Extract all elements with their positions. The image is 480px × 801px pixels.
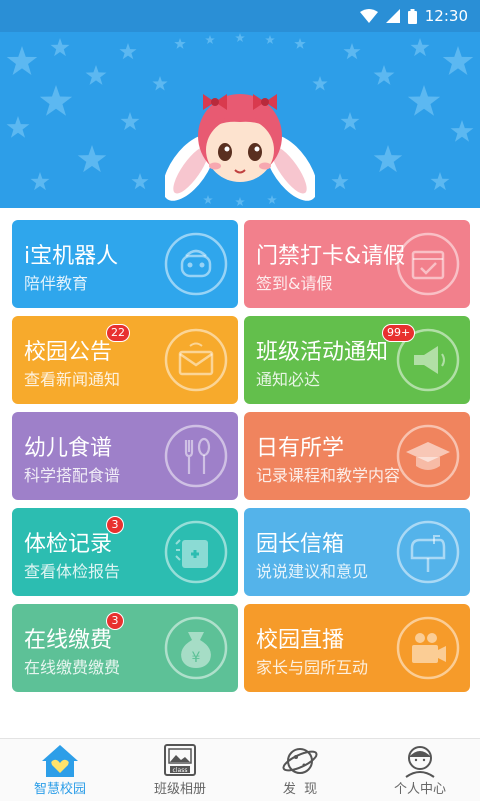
- tab-label: 个人中心: [393, 782, 446, 797]
- mascot-girl-image: [165, 94, 315, 201]
- tile-subtitle: 签到&请假: [256, 274, 333, 293]
- tile-title: 日有所学: [256, 436, 345, 461]
- hero-banner: [0, 32, 480, 208]
- tile-title: 班级活动通知: [256, 340, 389, 365]
- video-camera-icon: [396, 616, 460, 680]
- tab-label: 发 现: [282, 782, 318, 797]
- tile-title: 幼儿食谱: [24, 436, 113, 461]
- tile-title: 门禁打卡&请假: [256, 244, 406, 269]
- status-bar: 12:30: [0, 0, 480, 32]
- status-time: 12:30: [424, 7, 468, 25]
- tile-subtitle: 家长与园所互动: [256, 658, 369, 677]
- tab-class-album[interactable]: class 班级相册: [120, 739, 240, 801]
- tile-medical-kit[interactable]: 体检记录查看体检报告: [12, 508, 238, 596]
- tab-label: 智慧校园: [33, 782, 86, 797]
- status-icons: 12:30: [359, 7, 468, 25]
- tile-fork-spoon[interactable]: 幼儿食谱科学搭配食谱: [12, 412, 238, 500]
- medical-kit-icon: [164, 520, 228, 584]
- bottom-navigation: 智慧校园 class 班级相册 发 现 个人中心: [0, 738, 480, 801]
- notification-badge: 22: [106, 324, 130, 342]
- notification-badge: 3: [106, 612, 124, 630]
- tab-label: 班级相册: [153, 782, 206, 797]
- robot-icon: [164, 232, 228, 296]
- tile-title: 在线缴费: [24, 628, 113, 653]
- tab-discover[interactable]: 发 现: [240, 739, 360, 801]
- money-bag-icon: ¥: [164, 616, 228, 680]
- tile-robot[interactable]: i宝机器人陪伴教育: [12, 220, 238, 308]
- photo-album-icon: class: [164, 744, 196, 776]
- notification-badge: 99+: [382, 324, 416, 342]
- tile-megaphone[interactable]: 班级活动通知通知必达: [244, 316, 470, 404]
- tile-calendar-check[interactable]: 门禁打卡&请假签到&请假: [244, 220, 470, 308]
- tile-subtitle: 说说建议和意见: [256, 562, 369, 581]
- battery-icon: [407, 8, 417, 24]
- tab-smart-campus[interactable]: 智慧校园: [0, 739, 120, 801]
- tile-subtitle: 陪伴教育: [24, 274, 89, 293]
- fork-spoon-icon: [164, 424, 228, 488]
- notification-badge: 3: [106, 516, 124, 534]
- planet-icon: [282, 748, 318, 774]
- home-heart-icon: [42, 745, 78, 777]
- tile-subtitle: 查看新闻通知: [24, 370, 121, 389]
- svg-text:class: class: [173, 767, 188, 774]
- tile-title: 园长信箱: [256, 532, 345, 557]
- tile-graduation-cap[interactable]: 日有所学记录课程和教学内容: [244, 412, 470, 500]
- mailbox-icon: [396, 520, 460, 584]
- tile-subtitle: 查看体检报告: [24, 562, 121, 581]
- tab-personal-center[interactable]: 个人中心: [360, 739, 480, 801]
- tile-subtitle: 通知必达: [256, 370, 321, 389]
- person-icon: [405, 746, 435, 778]
- wifi-icon: [359, 9, 378, 23]
- tile-title: i宝机器人: [24, 244, 119, 269]
- tile-money-bag[interactable]: 在线缴费在线缴费缴费 ¥: [12, 604, 238, 692]
- signal-icon: [385, 9, 400, 23]
- graduation-cap-icon: [396, 424, 460, 488]
- tile-title: 体检记录: [24, 532, 113, 557]
- envelope-icon: [164, 328, 228, 392]
- tile-video-camera[interactable]: 校园直播家长与园所互动: [244, 604, 470, 692]
- tile-subtitle: 在线缴费缴费: [24, 658, 121, 677]
- calendar-check-icon: [396, 232, 460, 296]
- tile-subtitle: 记录课程和教学内容: [256, 466, 401, 485]
- tile-title: 校园公告: [24, 340, 113, 365]
- tile-mailbox[interactable]: 园长信箱说说建议和意见: [244, 508, 470, 596]
- tile-subtitle: 科学搭配食谱: [24, 466, 121, 485]
- svg-text:¥: ¥: [192, 650, 201, 666]
- tile-title: 校园直播: [256, 628, 345, 653]
